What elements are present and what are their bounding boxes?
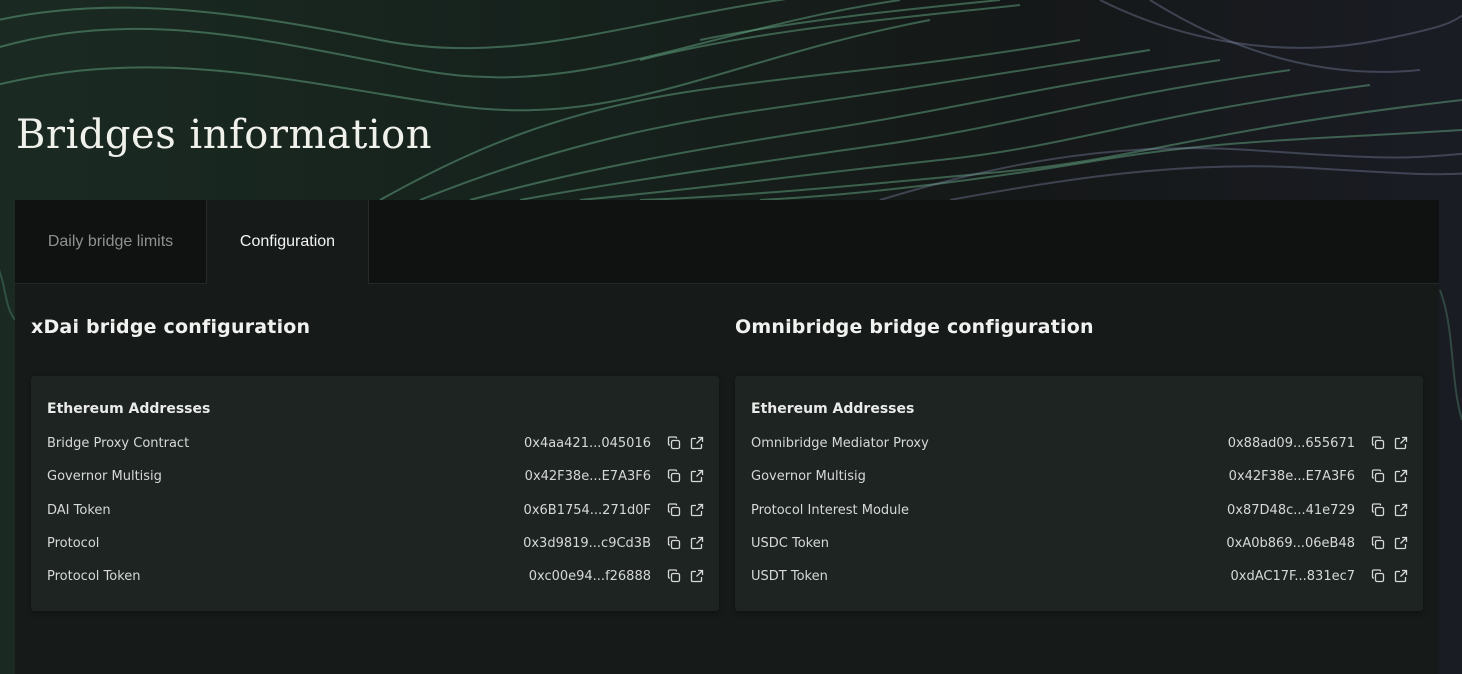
- copy-icon[interactable]: [1370, 535, 1386, 551]
- address-row: USDC Token 0xA0b869...06eB48: [751, 533, 1409, 553]
- address-row: Governor Multisig 0x42F38e...E7A3F6: [751, 466, 1409, 486]
- address-row: USDT Token 0xdAC17F...831ec7: [751, 566, 1409, 586]
- address-row: DAI Token 0x6B1754...271d0F: [47, 500, 705, 520]
- address-label: Omnibridge Mediator Proxy: [751, 435, 929, 451]
- address-label: Bridge Proxy Contract: [47, 435, 190, 451]
- address-row: Bridge Proxy Contract 0x4aa421...045016: [47, 433, 705, 453]
- copy-icon[interactable]: [666, 568, 682, 584]
- address-label: Protocol Interest Module: [751, 502, 910, 518]
- address-label: Protocol: [47, 535, 100, 551]
- tab-bar: Daily bridge limits Configuration: [15, 200, 1439, 284]
- omnibridge-addresses-card: Ethereum Addresses Omnibridge Mediator P…: [735, 376, 1423, 611]
- tab-configuration[interactable]: Configuration: [206, 200, 369, 284]
- address-value: 0x6B1754...271d0F: [523, 502, 651, 518]
- external-link-icon[interactable]: [689, 502, 705, 518]
- copy-icon[interactable]: [666, 502, 682, 518]
- address-value: 0x4aa421...045016: [523, 435, 651, 451]
- address-row: Governor Multisig 0x42F38e...E7A3F6: [47, 466, 705, 486]
- tab-daily-bridge-limits[interactable]: Daily bridge limits: [15, 200, 206, 283]
- copy-icon[interactable]: [1370, 435, 1386, 451]
- external-link-icon[interactable]: [689, 568, 705, 584]
- card-heading: Ethereum Addresses: [47, 401, 211, 417]
- external-link-icon[interactable]: [689, 435, 705, 451]
- address-label: USDT Token: [751, 568, 828, 584]
- address-value: 0x87D48c...41e729: [1227, 502, 1355, 518]
- external-link-icon[interactable]: [689, 468, 705, 484]
- address-label: Protocol Token: [47, 568, 141, 584]
- address-value: 0xc00e94...f26888: [528, 568, 651, 584]
- address-value: 0x42F38e...E7A3F6: [1228, 468, 1355, 484]
- address-label: Governor Multisig: [47, 468, 162, 484]
- card-heading: Ethereum Addresses: [751, 401, 915, 417]
- address-value: 0x88ad09...655671: [1227, 435, 1355, 451]
- address-row: Protocol 0x3d9819...c9Cd3B: [47, 533, 705, 553]
- address-label: USDC Token: [751, 535, 829, 551]
- external-link-icon[interactable]: [1393, 468, 1409, 484]
- address-value: 0xA0b869...06eB48: [1226, 535, 1355, 551]
- address-row: Protocol Interest Module 0x87D48c...41e7…: [751, 500, 1409, 520]
- xdai-section-title: xDai bridge configuration: [31, 316, 311, 338]
- address-row: Omnibridge Mediator Proxy 0x88ad09...655…: [751, 433, 1409, 453]
- external-link-icon[interactable]: [689, 535, 705, 551]
- address-value: 0x42F38e...E7A3F6: [524, 468, 651, 484]
- copy-icon[interactable]: [666, 435, 682, 451]
- bridges-panel: Daily bridge limits Configuration xDai b…: [15, 200, 1439, 674]
- copy-icon[interactable]: [1370, 468, 1386, 484]
- external-link-icon[interactable]: [1393, 435, 1409, 451]
- external-link-icon[interactable]: [1393, 502, 1409, 518]
- copy-icon[interactable]: [666, 535, 682, 551]
- external-link-icon[interactable]: [1393, 568, 1409, 584]
- xdai-addresses-card: Ethereum Addresses Bridge Proxy Contract…: [31, 376, 719, 611]
- external-link-icon[interactable]: [1393, 535, 1409, 551]
- address-label: DAI Token: [47, 502, 111, 518]
- address-label: Governor Multisig: [751, 468, 866, 484]
- address-value: 0xdAC17F...831ec7: [1230, 568, 1355, 584]
- copy-icon[interactable]: [1370, 568, 1386, 584]
- copy-icon[interactable]: [666, 468, 682, 484]
- omnibridge-section-title: Omnibridge bridge configuration: [735, 316, 1094, 338]
- address-row: Protocol Token 0xc00e94...f26888: [47, 566, 705, 586]
- address-value: 0x3d9819...c9Cd3B: [523, 535, 651, 551]
- page-title: Bridges information: [16, 112, 432, 158]
- copy-icon[interactable]: [1370, 502, 1386, 518]
